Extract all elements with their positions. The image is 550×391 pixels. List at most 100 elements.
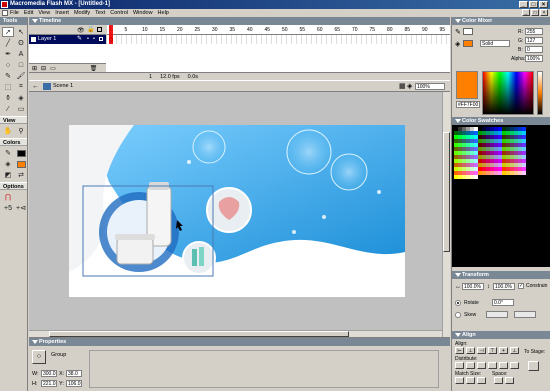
- fill-color-swatch[interactable]: [15, 159, 27, 169]
- color-swatch[interactable]: [474, 175, 478, 179]
- menu-edit[interactable]: Edit: [24, 10, 33, 16]
- layer-lock-dot[interactable]: •: [93, 35, 95, 44]
- menu-help[interactable]: Help: [158, 10, 169, 16]
- color-mixer-header[interactable]: Color Mixer: [452, 17, 550, 25]
- color-swatches-grid[interactable]: [452, 125, 550, 267]
- constrain-checkbox[interactable]: ✓: [518, 283, 524, 289]
- pencil-tool-icon[interactable]: ✎: [2, 71, 14, 81]
- transform-header[interactable]: Transform: [452, 271, 550, 279]
- space-horizontal-icon[interactable]: [505, 377, 514, 384]
- snap-magnet-icon[interactable]: ⋂: [2, 192, 14, 202]
- add-layer-icon[interactable]: ⊞: [32, 65, 37, 72]
- align-right-icon[interactable]: ⊣: [477, 347, 486, 354]
- distribute-hcenter-icon[interactable]: [499, 362, 508, 369]
- distribute-vcenter-icon[interactable]: [466, 362, 475, 369]
- mixer-fill-swatch[interactable]: [463, 40, 473, 47]
- color-swatches-header[interactable]: Color Swatches: [452, 117, 550, 125]
- distribute-top-icon[interactable]: [455, 362, 464, 369]
- edit-scene-icon[interactable]: ▦: [399, 81, 406, 92]
- menu-text[interactable]: Text: [95, 10, 105, 16]
- blue-field[interactable]: 0: [525, 46, 543, 53]
- distribute-bottom-icon[interactable]: [477, 362, 486, 369]
- mixer-stroke-swatch[interactable]: [463, 28, 473, 35]
- to-stage-button[interactable]: [528, 361, 539, 371]
- line-tool-icon[interactable]: ╱: [2, 38, 14, 48]
- align-vcenter-icon[interactable]: +: [499, 347, 508, 354]
- fill-transform-tool-icon[interactable]: ⌗: [15, 82, 27, 92]
- default-colors-icon[interactable]: ◩: [2, 170, 14, 180]
- delete-layer-icon[interactable]: 🗑: [90, 65, 98, 72]
- eye-icon[interactable]: 👁: [77, 27, 85, 34]
- subselect-tool-icon[interactable]: ↖: [15, 27, 27, 37]
- arrow-tool-icon[interactable]: ➚: [2, 27, 14, 37]
- hex-color-field[interactable]: #FF7F00: [456, 101, 480, 108]
- add-folder-icon[interactable]: ▭: [50, 65, 56, 72]
- color-swatch[interactable]: [522, 171, 526, 175]
- x-field[interactable]: 38.0: [66, 370, 82, 377]
- menu-control[interactable]: Control: [110, 10, 128, 16]
- ink-bottle-tool-icon[interactable]: ⚱: [2, 93, 14, 103]
- free-transform-tool-icon[interactable]: ⬚: [2, 82, 14, 92]
- straighten-option-icon[interactable]: +⊲: [15, 203, 27, 213]
- layer-visible-dot[interactable]: •: [87, 35, 89, 44]
- stroke-color-icon[interactable]: ✎: [2, 148, 14, 158]
- match-width-icon[interactable]: [455, 377, 464, 384]
- fill-bucket-icon[interactable]: ◈: [455, 40, 460, 48]
- align-top-icon[interactable]: ⊤: [488, 347, 497, 354]
- green-field[interactable]: 127: [525, 37, 543, 44]
- minimize-button[interactable]: _: [519, 1, 528, 8]
- menu-insert[interactable]: Insert: [55, 10, 69, 16]
- frame-ruler[interactable]: 15101520253035404550556065707580859095: [107, 25, 450, 35]
- timeline-header[interactable]: Timeline: [29, 17, 450, 25]
- pen-tool-icon[interactable]: ✒: [2, 49, 14, 59]
- hand-tool-icon[interactable]: ✋: [2, 126, 14, 136]
- stage-canvas[interactable]: [29, 92, 442, 337]
- menu-window[interactable]: Window: [133, 10, 153, 16]
- smooth-option-icon[interactable]: +5: [2, 203, 14, 213]
- swap-colors-icon[interactable]: ⇄: [15, 170, 27, 180]
- match-both-icon[interactable]: [477, 377, 486, 384]
- paint-bucket-tool-icon[interactable]: ◈: [15, 93, 27, 103]
- fill-color-icon[interactable]: ◈: [2, 159, 14, 169]
- rectangle-tool-icon[interactable]: □: [15, 60, 27, 70]
- menu-modify[interactable]: Modify: [74, 10, 90, 16]
- maximize-button[interactable]: □: [529, 1, 538, 8]
- width-field[interactable]: 300.0: [41, 370, 57, 377]
- layer-name[interactable]: Layer 1: [38, 36, 56, 42]
- back-arrow-icon[interactable]: ←: [32, 81, 39, 92]
- tools-header[interactable]: Tools: [0, 17, 27, 25]
- stage-horizontal-scrollbar[interactable]: [29, 330, 442, 337]
- vertical-scroll-thumb[interactable]: [443, 132, 450, 252]
- y-field[interactable]: 106.0: [66, 380, 82, 387]
- text-tool-icon[interactable]: A: [15, 49, 27, 59]
- height-scale-field[interactable]: 100.0%: [493, 283, 515, 290]
- rotate-radio[interactable]: [455, 300, 461, 306]
- scene-name[interactable]: Scene 1: [53, 81, 73, 92]
- zoom-tool-icon[interactable]: ⚲: [15, 126, 27, 136]
- align-left-icon[interactable]: ⊢: [455, 347, 464, 354]
- width-scale-field[interactable]: 100.0%: [462, 283, 484, 290]
- rotate-field[interactable]: 0.0°: [492, 299, 514, 306]
- brightness-slider[interactable]: [537, 71, 543, 115]
- distribute-left-icon[interactable]: [488, 362, 497, 369]
- brush-tool-icon[interactable]: 🖌: [15, 71, 27, 81]
- add-guide-layer-icon[interactable]: ⊟: [41, 65, 46, 72]
- distribute-right-icon[interactable]: [510, 362, 519, 369]
- stroke-pencil-icon[interactable]: ✎: [455, 28, 461, 36]
- properties-header[interactable]: Properties: [29, 338, 450, 346]
- align-header[interactable]: Align: [452, 331, 550, 339]
- align-bottom-icon[interactable]: ⊥: [510, 347, 519, 354]
- space-vertical-icon[interactable]: [494, 377, 503, 384]
- outline-icon[interactable]: [97, 27, 102, 32]
- eraser-tool-icon[interactable]: ▭: [15, 104, 27, 114]
- eyedropper-tool-icon[interactable]: ⁄: [2, 104, 14, 114]
- match-height-icon[interactable]: [466, 377, 475, 384]
- doc-minimize-button[interactable]: _: [522, 9, 530, 16]
- alpha-field[interactable]: 100%: [525, 55, 543, 62]
- close-button[interactable]: ×: [539, 1, 548, 8]
- zoom-select[interactable]: 100%: [415, 83, 445, 90]
- layer-outline-box[interactable]: [99, 37, 103, 41]
- red-field[interactable]: 255: [525, 28, 543, 35]
- align-hcenter-icon[interactable]: ⊥: [466, 347, 475, 354]
- stroke-color-swatch[interactable]: [15, 148, 27, 158]
